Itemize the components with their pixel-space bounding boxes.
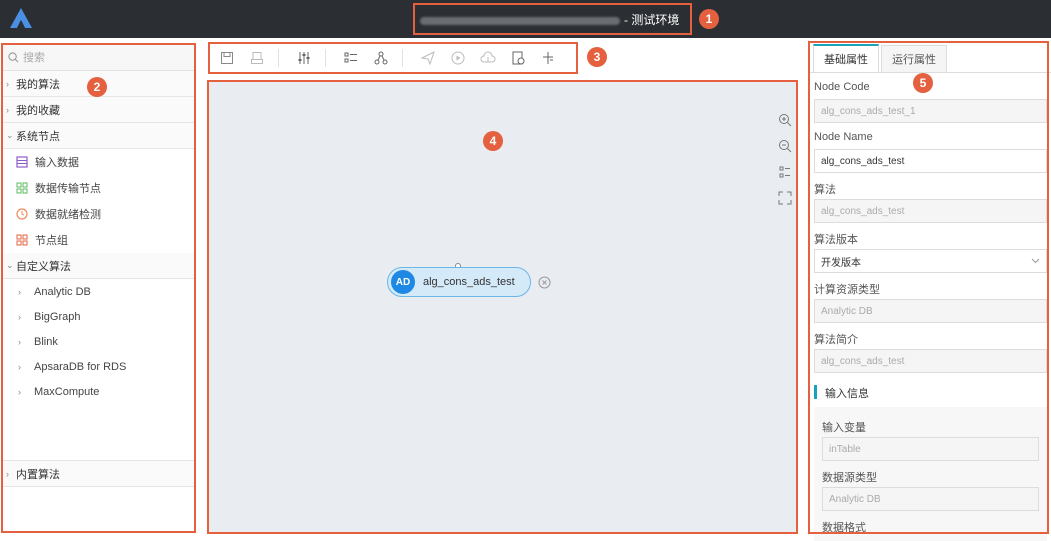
annotation-badge-4: 4 xyxy=(483,131,503,151)
app-logo-icon xyxy=(10,8,32,28)
annotation-box-3 xyxy=(208,42,578,74)
annotation-box-4 xyxy=(207,80,798,534)
annotation-badge-5: 5 xyxy=(913,73,933,93)
annotation-box-1 xyxy=(413,3,692,35)
annotation-badge-3: 3 xyxy=(587,47,607,67)
annotation-box-5 xyxy=(808,41,1049,534)
annotation-badge-2: 2 xyxy=(87,77,107,97)
annotation-box-2 xyxy=(1,43,196,533)
annotation-badge-1: 1 xyxy=(699,9,719,29)
